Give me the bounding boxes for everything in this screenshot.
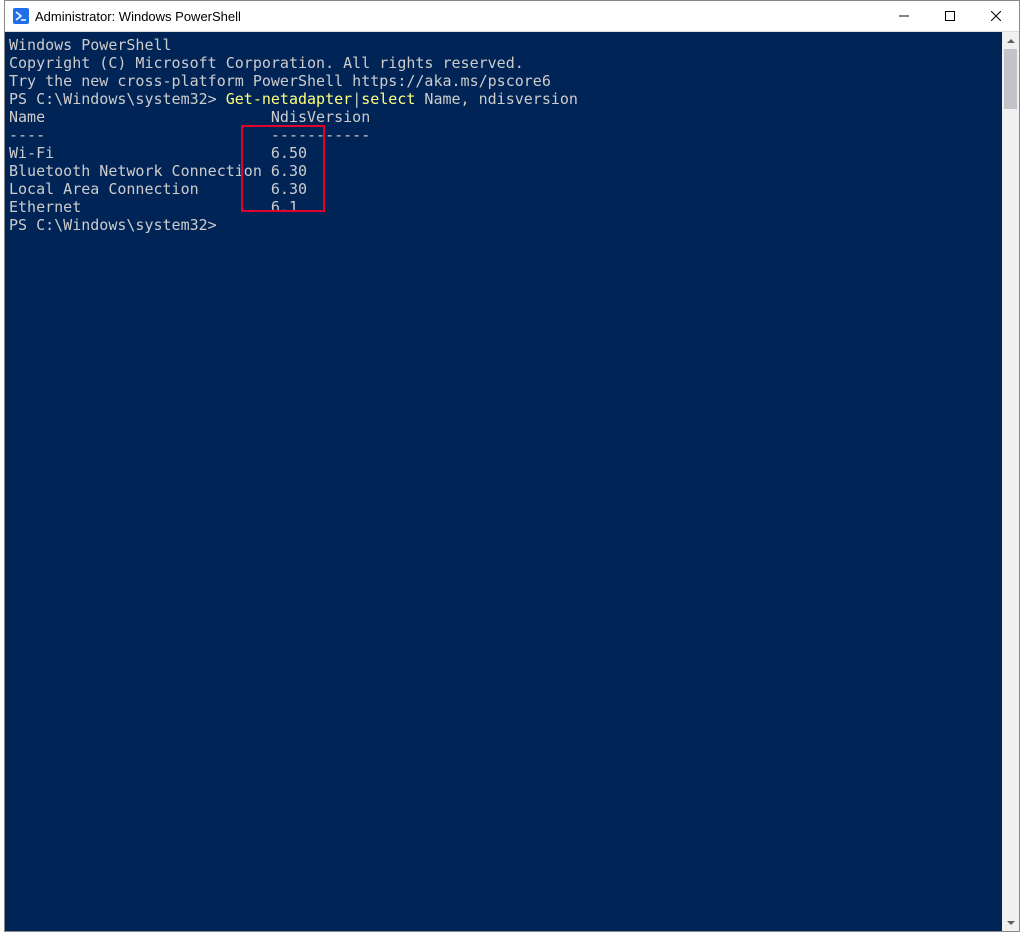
prompt-line: PS C:\Windows\system32> xyxy=(9,216,1002,234)
scroll-track[interactable] xyxy=(1002,49,1019,914)
client-area: Windows PowerShellCopyright (C) Microsof… xyxy=(5,32,1019,931)
pipe-char: | xyxy=(352,90,361,108)
banner-line: Windows PowerShell xyxy=(9,36,1002,54)
scroll-thumb[interactable] xyxy=(1004,49,1017,109)
maximize-button[interactable] xyxy=(927,1,973,31)
try-powershell-line: Try the new cross-platform PowerShell ht… xyxy=(9,72,1002,90)
table-rule: ---- ----------- xyxy=(9,126,1002,144)
window-title: Administrator: Windows PowerShell xyxy=(35,9,241,24)
close-button[interactable] xyxy=(973,1,1019,31)
table-row: Ethernet 6.1 xyxy=(9,198,1002,216)
scroll-up-button[interactable] xyxy=(1002,32,1019,49)
prompt-text: PS C:\Windows\system32> xyxy=(9,90,226,108)
table-header: Name NdisVersion xyxy=(9,108,1002,126)
powershell-window: Administrator: Windows PowerShell Window… xyxy=(4,0,1020,932)
copyright-line: Copyright (C) Microsoft Corporation. All… xyxy=(9,54,1002,72)
terminal-pane[interactable]: Windows PowerShellCopyright (C) Microsof… xyxy=(5,32,1002,931)
titlebar[interactable]: Administrator: Windows PowerShell xyxy=(5,1,1019,32)
powershell-icon xyxy=(13,8,29,24)
table-row: Local Area Connection 6.30 xyxy=(9,180,1002,198)
command-line: PS C:\Windows\system32> Get-netadapter|s… xyxy=(9,90,1002,108)
scroll-down-button[interactable] xyxy=(1002,914,1019,931)
cmdlet-getnetadapter: Get-netadapter xyxy=(226,90,352,108)
table-row: Bluetooth Network Connection 6.30 xyxy=(9,162,1002,180)
window-controls xyxy=(881,1,1019,31)
vertical-scrollbar[interactable] xyxy=(1002,32,1019,931)
minimize-button[interactable] xyxy=(881,1,927,31)
table-row: Wi-Fi 6.50 xyxy=(9,144,1002,162)
cmdlet-select: select xyxy=(361,90,415,108)
cmd-args: Name, ndisversion xyxy=(415,90,578,108)
